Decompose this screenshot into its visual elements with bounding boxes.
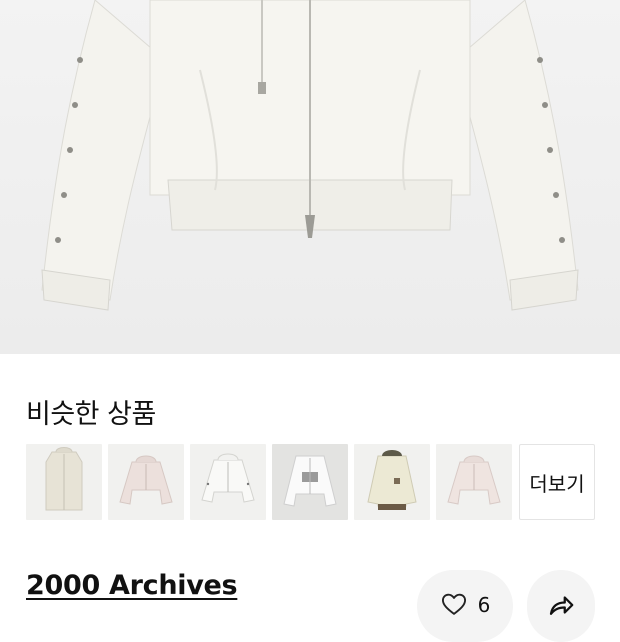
- share-button[interactable]: [527, 570, 595, 642]
- more-button[interactable]: 더보기: [519, 444, 595, 520]
- like-button[interactable]: 6: [417, 570, 513, 642]
- similar-product-thumb-3[interactable]: [190, 444, 266, 520]
- similar-product-thumb-5[interactable]: [354, 444, 430, 520]
- hoodie-illustration: [41, 0, 579, 311]
- pink-hoodie-thumbnail-icon: [119, 455, 173, 505]
- cream-hoodie-brown-trim-thumbnail-icon: [367, 450, 417, 510]
- white-hoodie-pins-thumbnail-icon: [201, 453, 255, 503]
- similar-product-thumb-2[interactable]: [108, 444, 184, 520]
- similar-product-thumb-4[interactable]: [272, 444, 348, 520]
- share-arrow-icon: [546, 590, 576, 624]
- similar-product-thumb-6[interactable]: [436, 444, 512, 520]
- heart-icon: [440, 590, 468, 622]
- like-count: 6: [477, 593, 491, 617]
- beige-hoodie-thumbnail-icon: [45, 447, 83, 511]
- similar-products-list: [26, 444, 512, 520]
- similar-product-thumb-1[interactable]: [26, 444, 102, 520]
- shop-name-link[interactable]: 2000 Archives: [26, 570, 238, 601]
- white-graphic-hoodie-thumbnail-icon: [283, 455, 337, 507]
- pink-zip-hoodie-thumbnail-icon: [447, 455, 501, 505]
- product-hero-image[interactable]: [0, 0, 620, 354]
- similar-products-title: 비슷한 상품: [26, 399, 156, 430]
